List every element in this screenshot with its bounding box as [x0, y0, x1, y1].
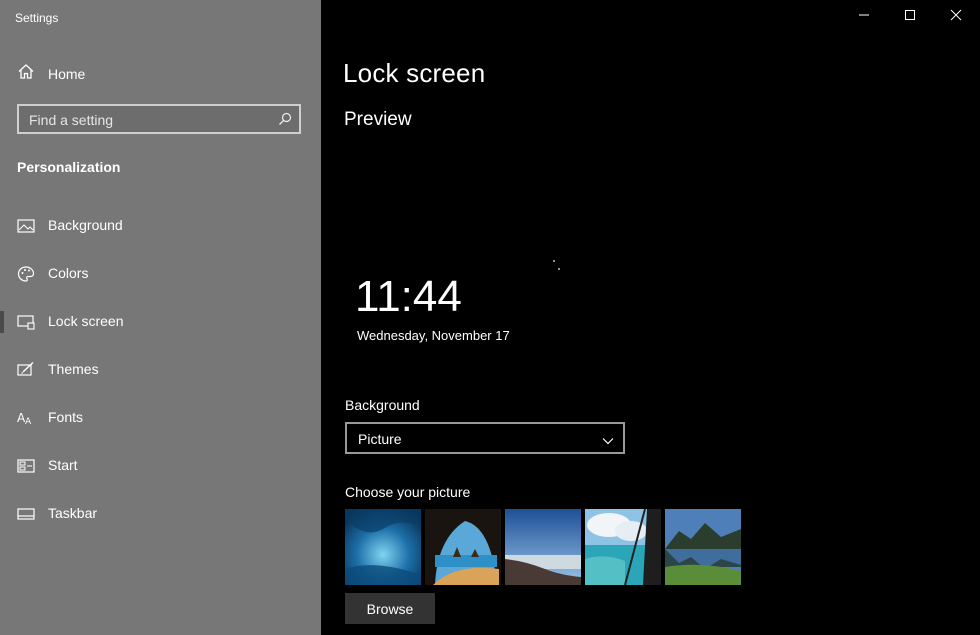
- sidebar-item-label: Themes: [48, 361, 99, 377]
- chevron-down-icon: [602, 433, 614, 451]
- sidebar-item-taskbar[interactable]: Taskbar: [0, 494, 321, 534]
- window-title: Settings: [15, 11, 59, 25]
- background-dropdown-value: Picture: [358, 431, 402, 447]
- home-icon: [17, 63, 35, 86]
- thumbnail-cliff-ocean[interactable]: [585, 509, 661, 585]
- palette-icon: [17, 265, 35, 283]
- lock-screen-icon: [17, 313, 35, 331]
- sidebar-item-colors[interactable]: Colors: [0, 254, 321, 294]
- page-title: Lock screen: [343, 58, 486, 88]
- picture-icon: [17, 217, 35, 235]
- sidebar: Settings Home Personalization Background…: [0, 0, 321, 635]
- start-icon: [17, 457, 35, 475]
- sidebar-item-label: Background: [48, 217, 123, 233]
- themes-icon: [17, 361, 35, 379]
- preview-date: Wednesday, November 17: [357, 328, 510, 343]
- maximize-button[interactable]: [887, 0, 933, 34]
- home-link[interactable]: Home: [17, 63, 86, 86]
- minimize-button[interactable]: [841, 0, 887, 34]
- sidebar-item-background[interactable]: Background: [0, 206, 321, 246]
- home-label: Home: [48, 66, 86, 82]
- svg-text:A: A: [25, 417, 32, 427]
- loading-dot: [553, 260, 555, 262]
- sidebar-item-label: Colors: [48, 265, 89, 281]
- preview-heading: Preview: [344, 109, 412, 130]
- background-dropdown[interactable]: Picture: [345, 422, 625, 454]
- fonts-icon: AA: [17, 409, 35, 427]
- sidebar-item-label: Lock screen: [48, 313, 124, 329]
- search-icon[interactable]: [278, 112, 292, 131]
- main-pane: Lock screen Preview 11:44 Wednesday, Nov…: [321, 0, 980, 635]
- sidebar-item-label: Fonts: [48, 409, 84, 425]
- search-box[interactable]: [17, 104, 301, 134]
- minimize-icon: [858, 8, 870, 26]
- sidebar-item-fonts[interactable]: AA Fonts: [0, 398, 321, 438]
- choose-picture-label: Choose your picture: [345, 484, 471, 500]
- sidebar-item-label: Taskbar: [48, 505, 98, 521]
- taskbar-icon: [17, 505, 35, 523]
- thumbnail-sea-arch-beach[interactable]: [425, 509, 501, 585]
- sidebar-item-start[interactable]: Start: [0, 446, 321, 486]
- sidebar-item-label: Start: [48, 457, 78, 473]
- sidebar-item-themes[interactable]: Themes: [0, 350, 321, 390]
- loading-dot: [558, 268, 560, 270]
- search-input[interactable]: [19, 106, 281, 134]
- close-button[interactable]: [933, 0, 979, 34]
- preview-clock: 11:44: [355, 272, 462, 321]
- close-icon: [950, 8, 962, 26]
- browse-button[interactable]: Browse: [345, 593, 435, 624]
- section-title: Personalization: [17, 159, 121, 175]
- thumbnail-ice-cave[interactable]: [345, 509, 421, 585]
- background-label: Background: [345, 397, 420, 413]
- thumbnail-mountain-lake[interactable]: [665, 509, 741, 585]
- thumbnail-desert-sky[interactable]: [505, 509, 581, 585]
- maximize-icon: [904, 8, 916, 26]
- sidebar-item-lock-screen[interactable]: Lock screen: [0, 302, 321, 342]
